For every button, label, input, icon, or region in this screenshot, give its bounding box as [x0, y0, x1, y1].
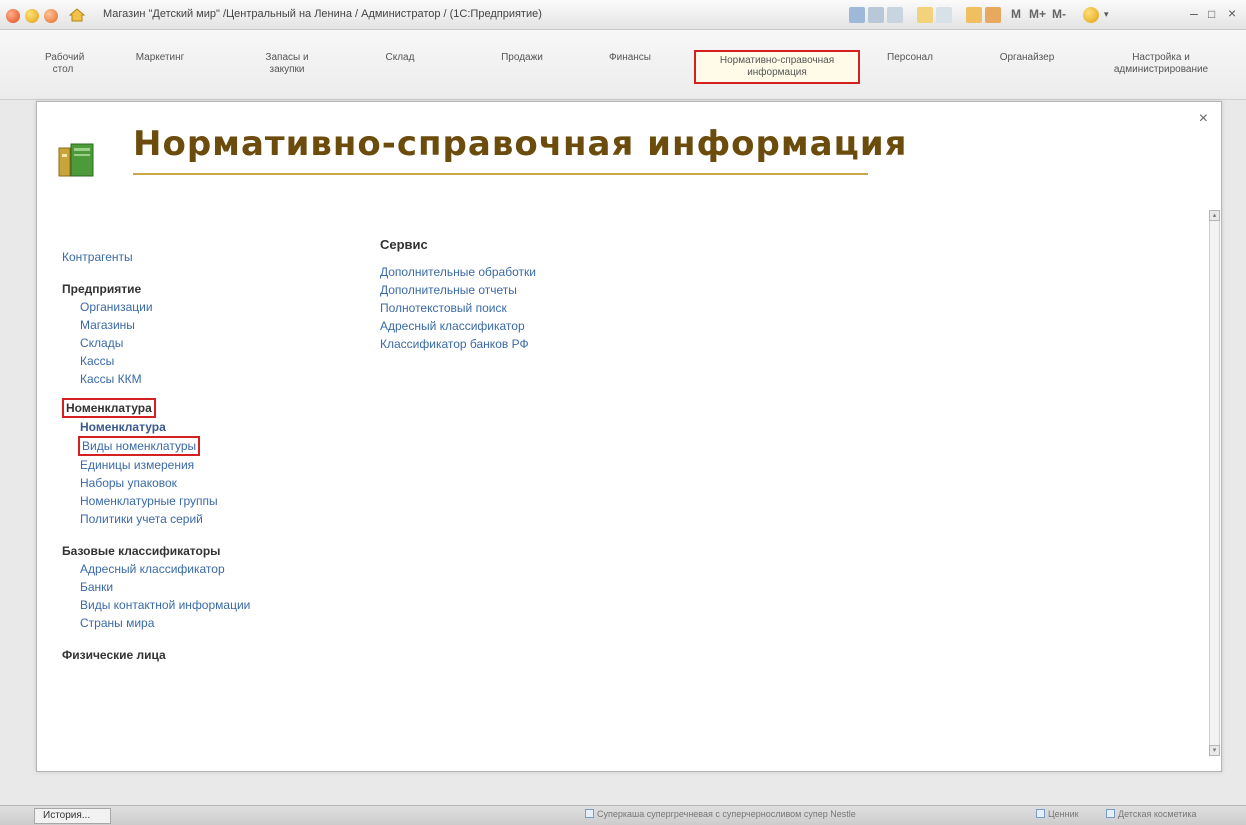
help-icon[interactable]: [1083, 7, 1099, 23]
status-bar: История... Суперкаша супергречневая с су…: [0, 805, 1246, 825]
calendar-icon[interactable]: [936, 7, 952, 23]
sections-panel: Рабочий стол Маркетинг Запасы и закупки Ск…: [0, 30, 1246, 100]
menu-icon[interactable]: [44, 9, 58, 23]
save-icon[interactable]: [849, 7, 865, 23]
group-enterprise: Предприятие: [62, 282, 142, 296]
info-icon: [1036, 809, 1045, 818]
minimize-icon[interactable]: –: [1190, 5, 1198, 21]
status-item-3-label: Детская косметика: [1118, 809, 1197, 819]
link-nomenclature-types-row: Виды номенклатуры: [78, 436, 250, 456]
group-classifiers: Базовые классификаторы: [62, 544, 221, 558]
calculator-icon[interactable]: [966, 7, 982, 23]
close-window-icon[interactable]: ×: [1228, 5, 1236, 21]
left-column: Контрагенты Предприятие Организации Мага…: [62, 248, 250, 664]
link-additional-reports[interactable]: Дополнительные отчеты: [380, 281, 536, 299]
info-icon: [585, 809, 594, 818]
status-item-2-label: Ценник: [1048, 809, 1079, 819]
link-nomenclature[interactable]: Номенклатура: [80, 418, 250, 436]
dropdown-icon[interactable]: ▾: [1104, 9, 1109, 20]
section-organizer[interactable]: Органайзер: [993, 52, 1061, 64]
memory-plus-button[interactable]: M+: [1029, 7, 1046, 21]
service-column: Сервис Дополнительные обработки Дополнит…: [380, 236, 536, 353]
link-address-classifier[interactable]: Адресный классификатор: [80, 560, 250, 578]
link-banks[interactable]: Банки: [80, 578, 250, 596]
link-cash-desks[interactable]: Кассы: [80, 352, 250, 370]
link-address-classifier-service[interactable]: Адресный классификатор: [380, 317, 536, 335]
maximize-icon[interactable]: □: [1208, 7, 1215, 21]
section-reference-info[interactable]: Нормативно-справочная информация: [694, 50, 860, 84]
section-warehouse[interactable]: Склад: [380, 52, 420, 64]
link-counterparties[interactable]: Контрагенты: [62, 248, 250, 266]
scroll-up-icon[interactable]: ▴: [1209, 210, 1220, 221]
link-contact-info-types[interactable]: Виды контактной информации: [80, 596, 250, 614]
group-service: Сервис: [380, 237, 428, 252]
book-icon: [58, 143, 94, 177]
status-item-1-label: Суперкаша супергречневая с суперчерносли…: [597, 809, 856, 819]
group-nomenclature: Номенклатура: [62, 398, 250, 418]
status-item-1[interactable]: Суперкаша супергречневая с суперчерносли…: [585, 809, 856, 819]
page-title: Нормативно-справочная информация: [133, 124, 908, 164]
home-icon[interactable]: [69, 8, 85, 22]
link-series-policies[interactable]: Политики учета серий: [80, 510, 250, 528]
section-finance[interactable]: Финансы: [605, 52, 655, 64]
link-stores[interactable]: Магазины: [80, 316, 250, 334]
link-additional-processing[interactable]: Дополнительные обработки: [380, 263, 536, 281]
history-button[interactable]: История...: [34, 808, 111, 824]
info-icon: [1106, 809, 1115, 818]
close-icon[interactable]: ×: [1199, 110, 1208, 128]
section-personnel[interactable]: Персонал: [882, 52, 938, 64]
link-kkm-cash-desks[interactable]: Кассы ККМ: [80, 370, 250, 388]
window-titlebar: Магазин "Детский мир" /Центральный на Ле…: [0, 0, 1246, 30]
section-inventory[interactable]: Запасы и закупки: [263, 52, 311, 76]
group-persons: Физические лица: [62, 648, 166, 662]
link-nomenclature-groups[interactable]: Номенклатурные группы: [80, 492, 250, 510]
section-desktop[interactable]: Рабочий стол: [45, 52, 84, 76]
preview-icon[interactable]: [887, 7, 903, 23]
link-nomenclature-types[interactable]: Виды номенклатуры: [78, 436, 201, 456]
memory-minus-button[interactable]: M-: [1052, 7, 1066, 21]
status-item-3[interactable]: Детская косметика: [1106, 809, 1197, 819]
section-marketing[interactable]: Маркетинг: [130, 52, 190, 64]
memory-button[interactable]: M: [1011, 7, 1021, 21]
vertical-scrollbar[interactable]: ▴ ▾: [1209, 210, 1220, 756]
link-bank-classifier[interactable]: Классификатор банков РФ: [380, 335, 536, 353]
link-warehouses[interactable]: Склады: [80, 334, 250, 352]
scroll-down-icon[interactable]: ▾: [1209, 745, 1220, 756]
back-icon[interactable]: [6, 9, 20, 23]
forward-icon[interactable]: [25, 9, 39, 23]
window-title: Магазин "Детский мир" /Центральный на Ле…: [103, 8, 542, 20]
section-sales[interactable]: Продажи: [497, 52, 547, 64]
link-fulltext-search[interactable]: Полнотекстовый поиск: [380, 299, 536, 317]
link-countries[interactable]: Страны мира: [80, 614, 250, 632]
group-nomenclature-title: Номенклатура: [62, 398, 156, 418]
favorites-icon[interactable]: [917, 7, 933, 23]
main-frame: × Нормативно-справочная информация ▴ ▾ К…: [36, 101, 1222, 772]
spreadsheet-icon[interactable]: [985, 7, 1001, 23]
status-item-2[interactable]: Ценник: [1036, 809, 1079, 819]
print-icon[interactable]: [868, 7, 884, 23]
link-units[interactable]: Единицы измерения: [80, 456, 250, 474]
link-package-sets[interactable]: Наборы упаковок: [80, 474, 250, 492]
title-underline: [133, 173, 868, 175]
section-administration[interactable]: Настройка и администрирование: [1105, 52, 1217, 76]
link-organizations[interactable]: Организации: [80, 298, 250, 316]
